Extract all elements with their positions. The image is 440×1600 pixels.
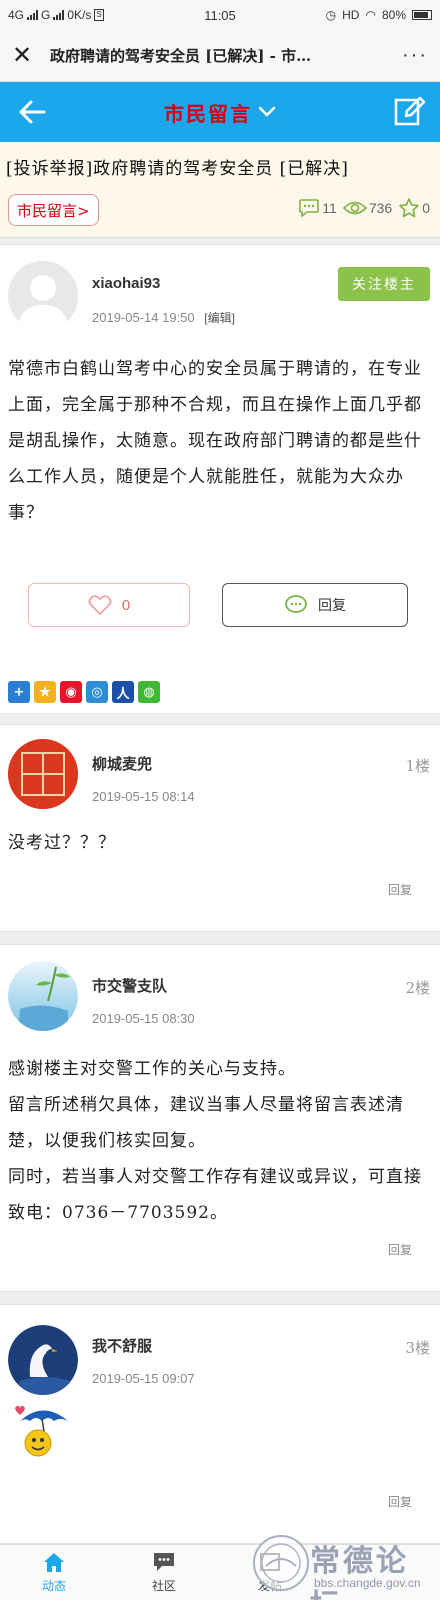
battery-icon xyxy=(412,10,432,20)
signal-icon xyxy=(27,10,39,20)
post-date: 2019-05-14 19:50 xyxy=(92,310,195,325)
favorite-stat[interactable]: 0 xyxy=(398,198,430,218)
thread-stats: 11 736 0 xyxy=(298,198,430,218)
star-icon xyxy=(399,198,420,218)
avatar[interactable] xyxy=(8,961,78,1031)
avatar[interactable] xyxy=(8,1325,78,1395)
reply-date: 2019-05-15 09:07 xyxy=(92,1371,195,1386)
floor-number: 1楼 xyxy=(405,757,430,775)
reply-button[interactable]: 回复 xyxy=(222,583,408,627)
reply-label: 回复 xyxy=(318,598,346,614)
eye-icon xyxy=(342,201,367,215)
net-speed: 0K/s xyxy=(67,8,92,22)
reply-link[interactable]: 回复 xyxy=(388,1241,412,1258)
share-wechat-icon[interactable]: ◍ xyxy=(138,681,160,703)
forum-logo-icon xyxy=(253,1535,309,1591)
like-count: 0 xyxy=(121,596,131,614)
network-type-2: G xyxy=(41,8,51,22)
op-post: xiaohai93 2019-05-14 19:50 [编辑] 关注楼主 常德市… xyxy=(0,244,440,714)
wifi-icon: ◠ xyxy=(365,8,376,22)
browser-title-bar: ✕ 政府聘请的驾考安全员 [已解决] - 市… ··· xyxy=(0,30,440,82)
signal-icon-2 xyxy=(53,10,65,20)
home-icon xyxy=(44,1553,64,1572)
like-button[interactable]: 0 xyxy=(28,583,190,627)
swan-avatar-icon xyxy=(8,1325,78,1395)
op-username[interactable]: xiaohai93 xyxy=(92,275,160,292)
share-tencent-icon[interactable]: ◎ xyxy=(86,681,108,703)
reply-content: 感谢楼主对交警工作的关心与支持。 留言所述稍欠具体，建议当事人尽量将留言表述清楚… xyxy=(8,1051,428,1231)
favorite-count: 0 xyxy=(422,200,430,216)
reply-date: 2019-05-15 08:30 xyxy=(92,1011,195,1026)
reply-date: 2019-05-15 08:14 xyxy=(92,789,195,804)
reply-username[interactable]: 我不舒服 xyxy=(92,1335,152,1356)
reply-username[interactable]: 市交警支队 xyxy=(92,975,167,996)
nav-label: 动态 xyxy=(41,1579,66,1593)
nav-item-feed[interactable]: 动态 xyxy=(24,1551,84,1594)
watermark-title: 常德论坛 xyxy=(310,1544,409,1600)
bamboo-avatar-icon xyxy=(8,961,78,1031)
share-qzone-icon[interactable]: ★ xyxy=(34,681,56,703)
chevron-down-icon xyxy=(258,106,276,117)
nav-item-community[interactable]: 社区 xyxy=(134,1551,194,1594)
thread-header: [投诉举报]政府聘请的驾考安全员 [已解决] 市民留言> 11 736 0 xyxy=(0,142,440,238)
divider xyxy=(0,932,440,944)
floor-number: 2楼 xyxy=(405,979,430,997)
floor-number: 3楼 xyxy=(405,1339,430,1357)
reply-post: 柳城麦兜 2019-05-15 08:14 1楼 没考过？？？ 回复 xyxy=(0,724,440,932)
notification-icon: S xyxy=(94,9,104,21)
comment-icon xyxy=(285,595,307,613)
comment-icon xyxy=(299,199,320,218)
back-arrow-icon[interactable] xyxy=(14,94,50,130)
reply-post: 市交警支队 2019-05-15 08:30 2楼 感谢楼主对交警工作的关心与支… xyxy=(0,944,440,1292)
page-title: 政府聘请的驾考安全员 [已解决] - 市… xyxy=(50,47,312,65)
view-count: 736 xyxy=(368,200,393,216)
comment-count: 11 xyxy=(322,200,337,216)
forum-header: 市民留言 xyxy=(0,82,440,142)
status-bar: 4G G 0K/s S 11:05 ◷ HD ◠ 80% xyxy=(0,0,440,30)
divider xyxy=(0,1292,440,1304)
default-avatar-icon xyxy=(8,261,78,331)
heart-icon xyxy=(88,595,112,616)
share-renren-icon[interactable]: 人 xyxy=(112,681,134,703)
network-type: 4G xyxy=(8,8,25,22)
alarm-icon: ◷ xyxy=(325,8,337,22)
share-weibo-icon[interactable]: ◉ xyxy=(60,681,82,703)
forum-switcher[interactable]: 市民留言 xyxy=(164,98,276,127)
avatar[interactable] xyxy=(8,739,78,809)
compose-icon[interactable] xyxy=(392,94,426,128)
post-content: 常德市白鹤山驾考中心的安全员属于聘请的，在专业上面，完全属于那种不合规，而且在操… xyxy=(8,359,422,523)
reply-username[interactable]: 柳城麦兜 xyxy=(92,753,152,774)
reply-link[interactable]: 回复 xyxy=(388,1493,412,1510)
content-line: 同时，若当事人对交警工作存有建议或异议，可直接致电：0736－7703592。 xyxy=(8,1167,422,1223)
hd-indicator: HD xyxy=(342,8,360,22)
nav-label: 社区 xyxy=(151,1579,176,1593)
forum-watermark: 常德论坛 bbs.changde.gov.cn xyxy=(248,1532,438,1600)
edit-link[interactable]: [编辑] xyxy=(204,311,235,325)
content-line: 留言所述稍欠具体，建议当事人尽量将留言表述清楚，以便我们核实回复。 xyxy=(8,1095,404,1151)
forum-tag-button[interactable]: 市民留言> xyxy=(8,194,99,226)
forum-title: 市民留言 xyxy=(164,101,252,126)
watermark-url: bbs.changde.gov.cn xyxy=(314,1576,421,1590)
avatar[interactable] xyxy=(8,261,78,331)
follow-op-button[interactable]: 关注楼主 xyxy=(338,267,430,301)
divider xyxy=(0,714,440,724)
more-icon[interactable]: ··· xyxy=(402,44,428,67)
umbrella-emoji-icon xyxy=(15,1405,68,1457)
seal-avatar-icon xyxy=(8,739,78,809)
reply-link[interactable]: 回复 xyxy=(388,881,412,898)
thread-title: [投诉举报]政府聘请的驾考安全员 [已解决] xyxy=(6,159,349,179)
content-line: 感谢楼主对交警工作的关心与支持。 xyxy=(8,1059,296,1079)
battery-level: 80% xyxy=(381,8,406,22)
reply-content: 没考过？？？ xyxy=(8,833,116,853)
share-more-icon[interactable]: + xyxy=(8,681,30,703)
comment-stat: 11 xyxy=(298,198,337,218)
chat-icon xyxy=(154,1553,174,1571)
close-icon[interactable]: ✕ xyxy=(12,41,42,70)
reply-post: 我不舒服 2019-05-15 09:07 3楼 回复 xyxy=(0,1304,440,1544)
view-stat: 736 xyxy=(342,199,393,217)
op-date: 2019-05-14 19:50 [编辑] xyxy=(92,309,235,326)
share-bar: + ★ ◉ ◎ 人 ◍ xyxy=(8,681,160,703)
